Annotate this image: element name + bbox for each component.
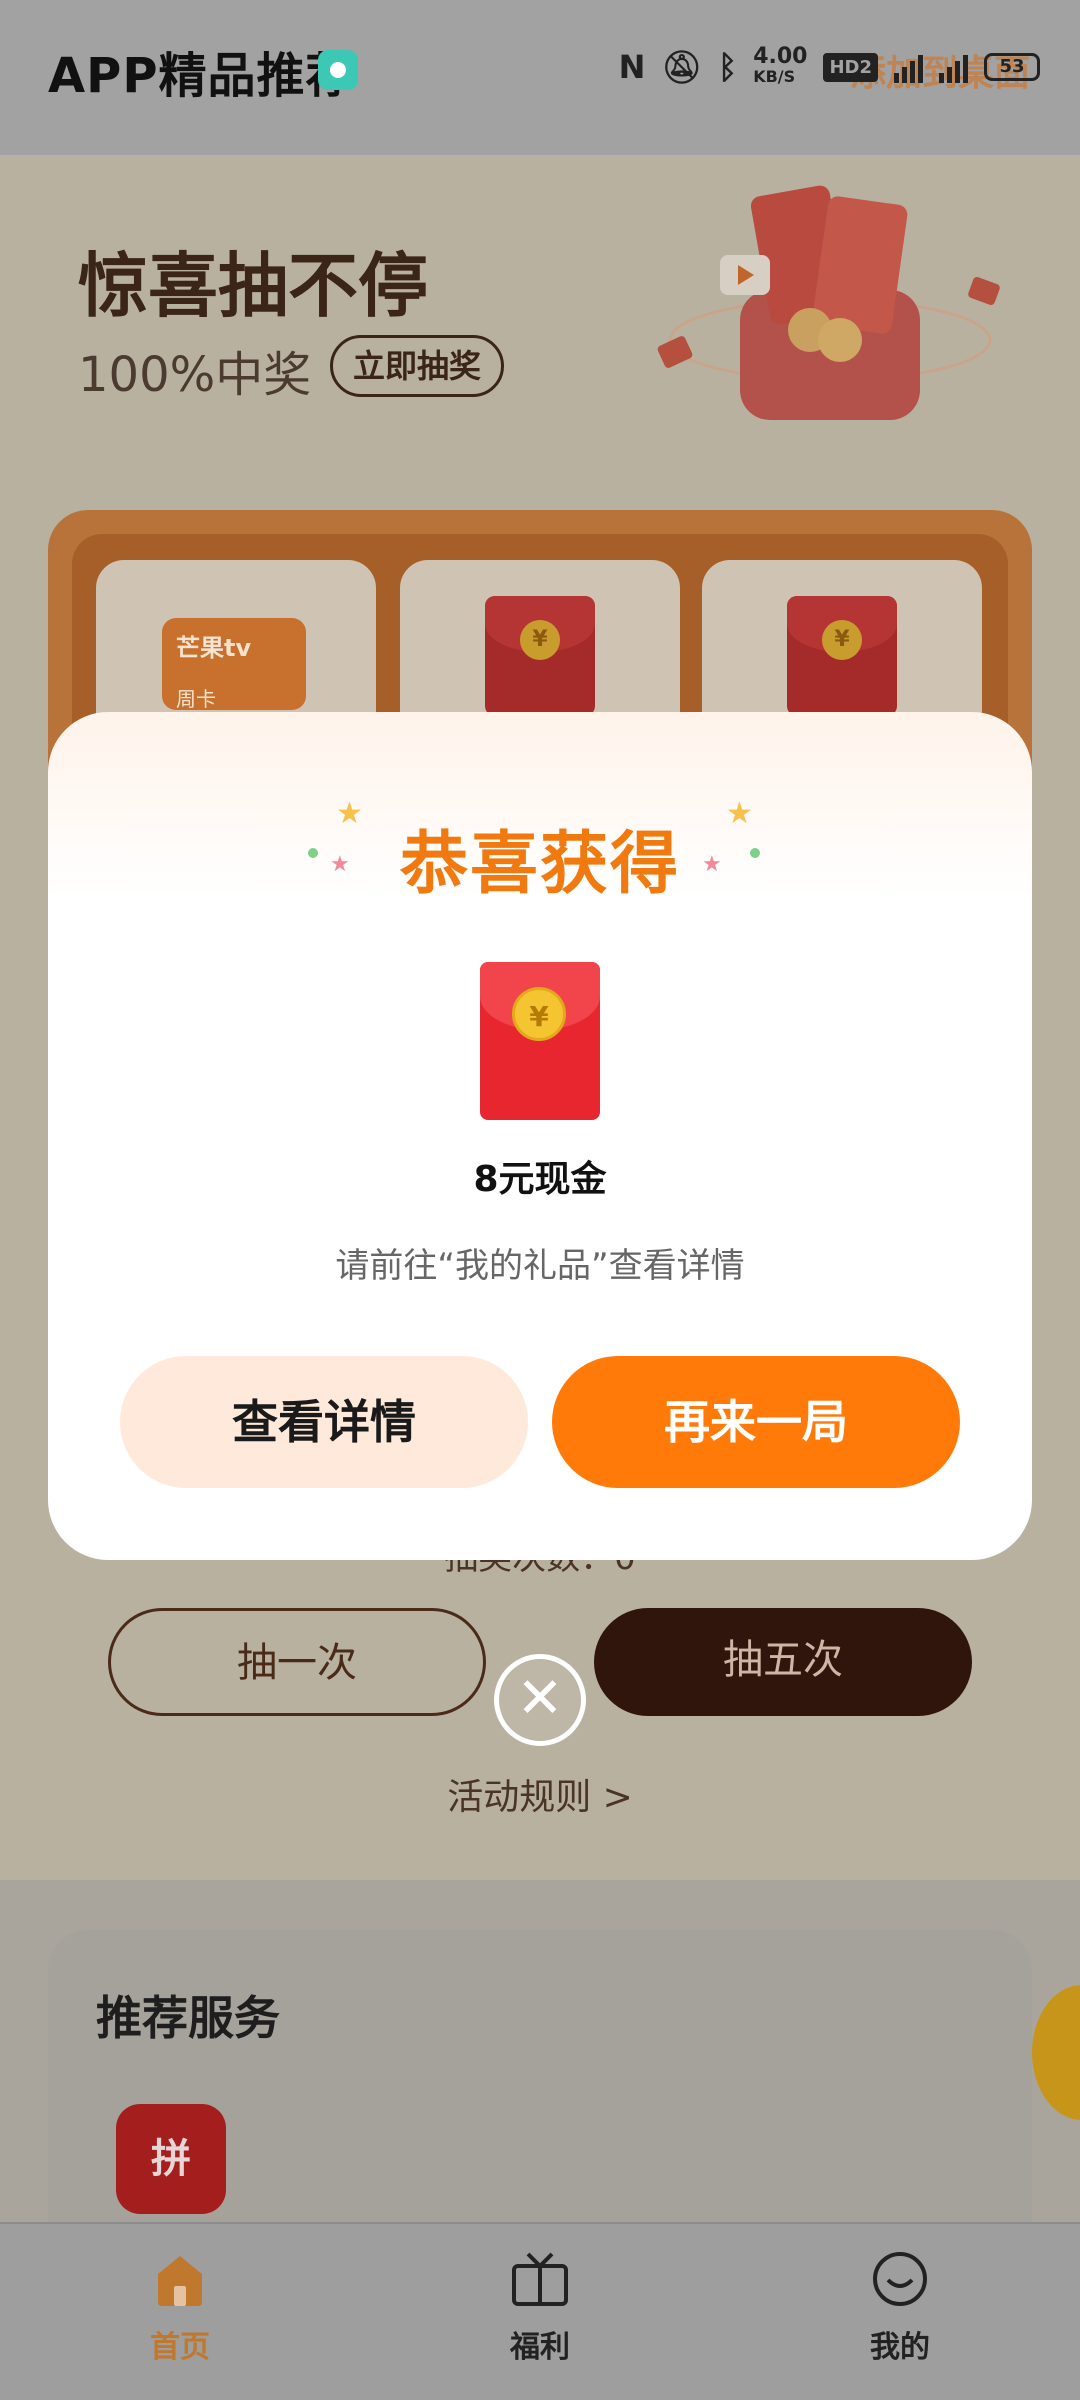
nav-home[interactable]: 首页 [100,2250,260,2366]
draw-five-button[interactable]: 抽五次 [594,1608,972,1716]
nav-welfare[interactable]: 福利 [460,2250,620,2366]
network-speed: 4.00 KB/S [753,44,808,87]
promo-subtitle: 100%中奖 [78,347,312,403]
nfc-icon: N [618,48,646,86]
modal-title: 恭喜获得 [399,825,680,904]
bluetooth-icon: ᛒ [717,48,738,86]
red-envelope-icon [485,596,595,716]
chat-bubble-icon[interactable] [318,50,358,90]
mango-tv-brand: 芒果tv [176,634,252,662]
draw-once-button[interactable]: 抽一次 [108,1608,486,1716]
nav-mine-label: 我的 [870,2330,930,2365]
home-icon [158,2256,202,2306]
red-envelope-icon [480,962,600,1120]
pinduoduo-app-icon[interactable] [116,2104,226,2214]
draw-now-button[interactable]: 立即抽奖 [330,335,505,397]
close-icon[interactable]: ✕ [494,1654,586,1746]
view-details-button[interactable]: 查看详情 [120,1356,528,1488]
recommend-title: 推荐服务 [96,1991,280,2045]
tv-gift-icon [512,2252,568,2306]
play-again-button[interactable]: 再来一局 [552,1356,960,1488]
nav-home-label: 首页 [150,2330,210,2365]
speed-value: 4.00 [753,44,808,69]
prize-name: 8元现金 [473,1159,607,1200]
battery-icon: 53 [984,53,1040,81]
coin-icon: ¥ [512,987,566,1041]
signal-icon [894,51,923,83]
nav-mine[interactable]: 我的 [820,2250,980,2366]
hd-badge: HD2 [823,52,878,82]
promo-title: 惊喜抽不停 [78,245,428,327]
smile-user-icon [873,2252,927,2306]
red-envelope-icon [787,596,897,716]
page-title: APP精品推荐 [48,48,355,104]
mango-tv-label: 周卡 [176,687,216,711]
floating-refresh-button[interactable] [1032,1985,1080,2120]
signal-icon-2 [939,51,968,83]
speed-unit: KB/S [753,67,796,86]
activity-rules-link[interactable]: 活动规则 > [0,1768,1080,1820]
gift-box-illustration [657,185,1000,420]
mango-tv-card: 芒果tv 周卡 [162,618,306,711]
status-icons: N 🔕︎ ᛒ 4.00 KB/S HD2 53 [619,42,1040,92]
prize-hint: 请前往“我的礼品”查看详情 [335,1246,745,1286]
mute-bell-icon: 🔕︎ [661,48,702,86]
nav-welfare-label: 福利 [510,2330,570,2365]
